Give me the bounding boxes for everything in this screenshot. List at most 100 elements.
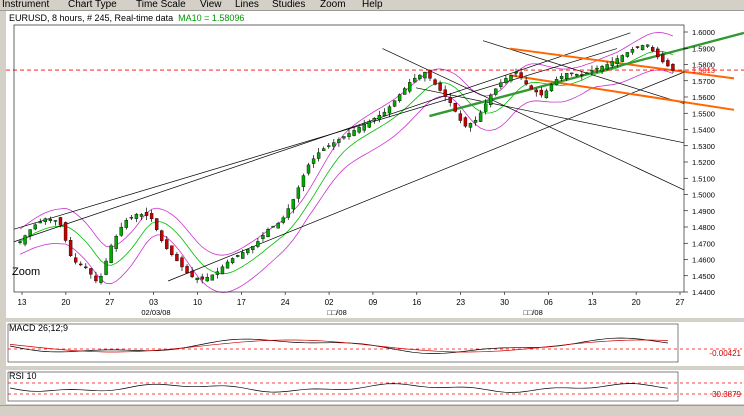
price-axis-label: 1.4600: [692, 256, 715, 265]
candle: [23, 234, 27, 247]
rsi-frame: [7, 371, 679, 402]
candle-body: [438, 82, 442, 91]
candle-body: [205, 277, 209, 282]
menu-chart-type[interactable]: Chart Type: [68, 0, 117, 10]
candle-body: [175, 254, 179, 262]
candle-body: [190, 270, 194, 278]
date-axis-label: 06: [544, 298, 553, 307]
candle-body: [165, 239, 169, 249]
menu-help[interactable]: Help: [362, 0, 383, 10]
current-price-label: 1.5813: [692, 66, 715, 75]
candle: [372, 117, 377, 124]
menu-studies[interactable]: Studies: [272, 0, 305, 10]
macd-level-label: -0.00421: [709, 349, 741, 358]
candle: [534, 88, 538, 97]
candle-body: [215, 271, 220, 275]
candle: [580, 71, 584, 80]
menu-zoom[interactable]: Zoom: [320, 0, 346, 10]
candle: [73, 253, 78, 265]
candle: [28, 229, 32, 240]
candle-body: [620, 55, 625, 62]
candle: [468, 122, 473, 132]
candle: [443, 85, 447, 102]
menu-view[interactable]: View: [200, 0, 222, 10]
date-axis-label: 02: [325, 298, 334, 307]
candle: [286, 204, 290, 220]
candle: [104, 257, 108, 276]
price-chart-panel[interactable]: 1.6000 1.5900 1.5800 1.5700 1.5600 1.5500 1.54…: [6, 11, 744, 318]
candle-body: [656, 48, 660, 58]
candle-body: [671, 64, 675, 71]
price-chart-svg[interactable]: 1.60001.59001.58001.57001.56001.55001.54…: [6, 11, 744, 318]
candle-body: [580, 74, 584, 76]
candle: [458, 110, 463, 124]
candle-body: [306, 164, 311, 174]
macd-panel[interactable]: MACD 26;12;9 -0.00421: [6, 322, 744, 366]
candle-body: [180, 257, 184, 268]
candle-body: [89, 268, 93, 275]
candle: [433, 78, 437, 86]
candle-body: [195, 277, 199, 281]
menu-lines[interactable]: Lines: [235, 0, 259, 10]
candle-body: [251, 246, 255, 251]
candle-body: [539, 89, 544, 96]
candle-body: [357, 127, 361, 133]
candle-body: [84, 266, 88, 269]
candle: [625, 52, 630, 58]
date-axis-label: 13: [18, 298, 27, 307]
candle: [266, 227, 270, 238]
menu-instrument[interactable]: Instrument: [2, 0, 49, 10]
candle: [281, 215, 285, 225]
ma-label: MA10 = 1.58096: [178, 13, 245, 23]
zoom-label[interactable]: Zoom: [12, 266, 40, 278]
candle-body: [28, 229, 32, 236]
candle: [251, 246, 255, 254]
candle: [68, 237, 73, 258]
candle-body: [392, 100, 397, 107]
date-axis-label: 17: [237, 298, 246, 307]
month-label: □□/08: [327, 308, 347, 317]
price-axis-label: 1.6000: [692, 28, 715, 37]
candle-body: [645, 44, 650, 47]
candle-body: [337, 139, 341, 143]
candle: [215, 267, 220, 279]
candle: [316, 148, 321, 162]
menu-time-scale[interactable]: Time Scale: [136, 0, 186, 10]
candle-body: [23, 235, 27, 245]
candle: [423, 71, 427, 82]
date-axis-label: 24: [281, 298, 290, 307]
candle-body: [630, 49, 635, 53]
candle-body: [160, 230, 164, 241]
candle: [332, 139, 336, 150]
candle: [544, 88, 549, 99]
candle-body: [230, 258, 235, 264]
price-axis-label: 1.4900: [692, 207, 715, 216]
candle: [473, 116, 478, 126]
candle-body: [600, 66, 604, 72]
price-axis-label: 1.5600: [692, 93, 715, 102]
candle-body: [170, 245, 174, 255]
rsi-panel[interactable]: RSI 10 30.3879: [6, 370, 744, 404]
candle-body: [666, 60, 670, 67]
candle: [296, 185, 301, 203]
candle: [154, 218, 159, 232]
candle-body: [453, 103, 457, 112]
candle: [200, 273, 204, 284]
macd-svg: [7, 323, 742, 363]
candle-body: [590, 70, 594, 72]
candle-body: [372, 118, 377, 121]
candle: [382, 108, 387, 117]
candle: [210, 274, 215, 281]
candle: [509, 74, 513, 83]
candle-body: [342, 136, 346, 139]
candle-body: [635, 46, 640, 48]
candle-body: [38, 221, 42, 224]
candle-body: [534, 89, 538, 93]
candle-body: [53, 220, 58, 222]
candle-body: [296, 187, 301, 199]
candle-body: [225, 261, 230, 269]
candle-body: [134, 213, 139, 219]
month-label: 02/03/08: [141, 308, 170, 317]
candle: [413, 73, 417, 83]
candle-body: [458, 113, 463, 121]
